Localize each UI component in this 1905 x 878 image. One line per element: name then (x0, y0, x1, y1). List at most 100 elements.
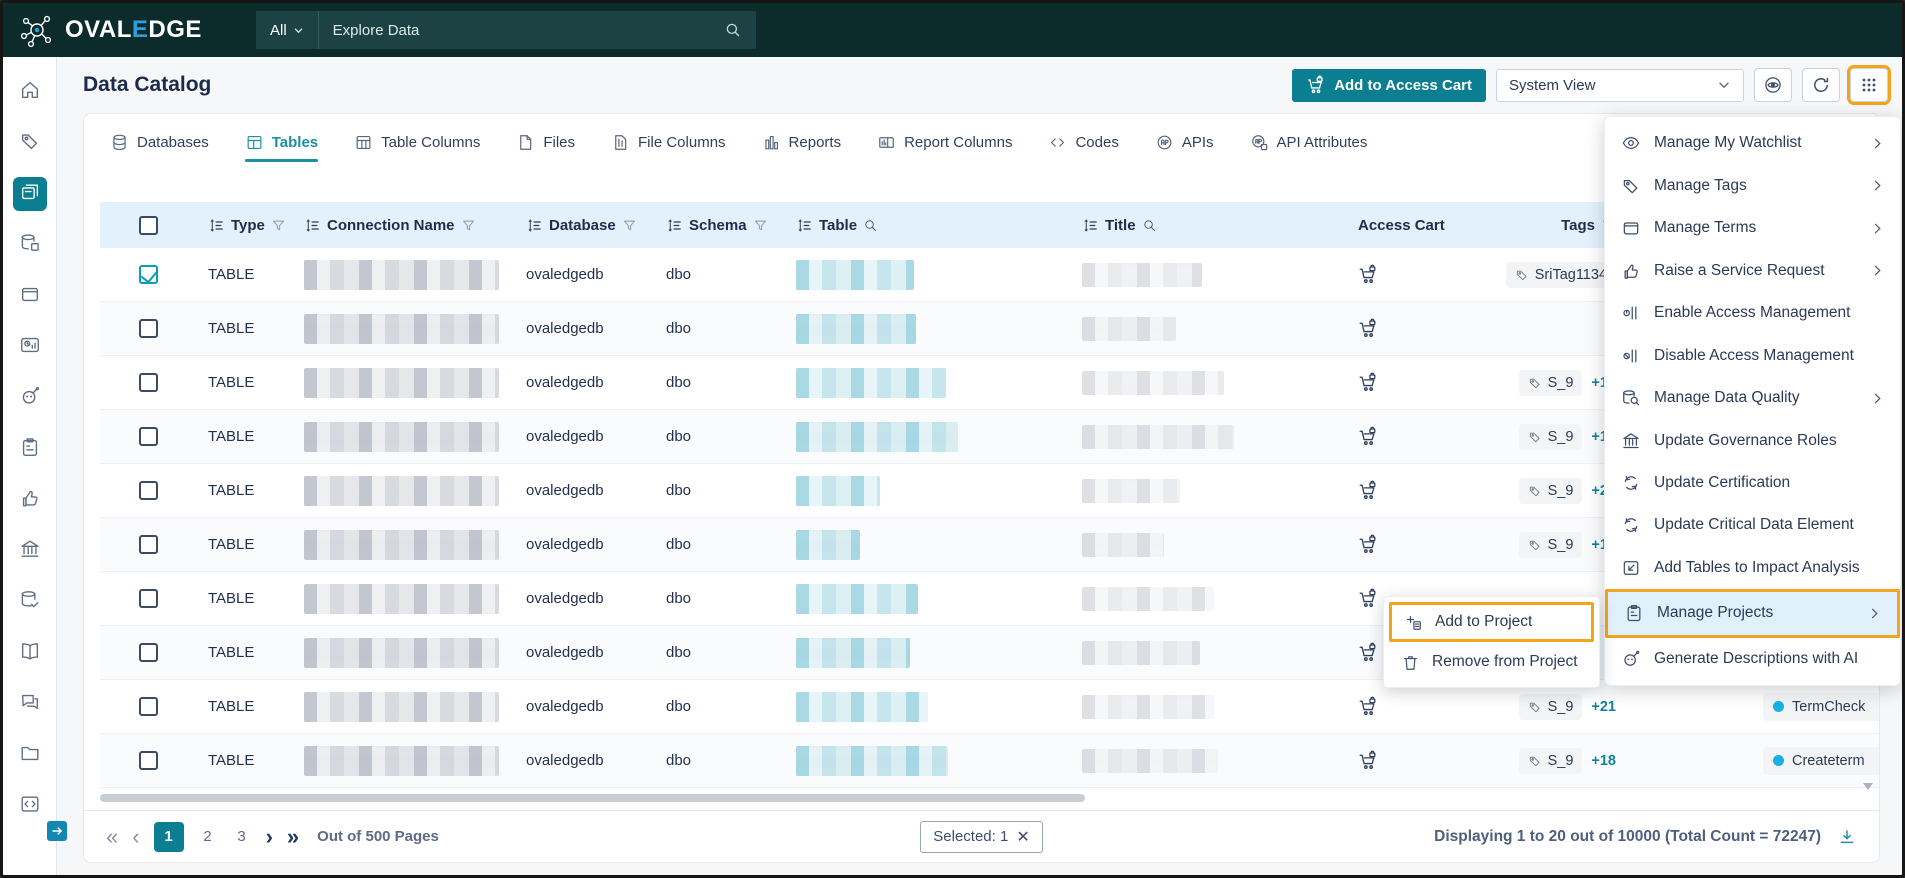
sidebar-item-governance[interactable] (13, 534, 47, 568)
view-select[interactable]: System View (1496, 68, 1744, 102)
table-name-cell[interactable] (796, 637, 1036, 668)
menu-item-enable-access-management[interactable]: Enable Access Management (1605, 292, 1900, 334)
table-name-cell[interactable] (796, 529, 1036, 560)
mag-icon[interactable] (863, 218, 878, 233)
sidebar-item-knowledge-book[interactable] (13, 636, 47, 670)
next-page-button[interactable]: › (266, 825, 273, 848)
cart-icon[interactable] (1358, 264, 1379, 285)
table-name-cell[interactable] (796, 421, 1036, 452)
row-checkbox[interactable] (139, 751, 158, 770)
row-checkbox[interactable] (139, 535, 158, 554)
tab-codes[interactable]: Codes (1048, 114, 1119, 170)
menu-item-update-critical-data-element[interactable]: Update Critical Data Element (1605, 504, 1900, 546)
table-name-cell[interactable] (796, 367, 1036, 398)
tag-chip[interactable]: S_9 (1518, 423, 1583, 450)
row-checkbox[interactable] (139, 427, 158, 446)
clear-selection-button[interactable]: ✕ (1016, 827, 1029, 847)
cart-icon[interactable] (1358, 480, 1379, 501)
tab-tables[interactable]: Tables (244, 114, 319, 170)
menu-item-raise-a-service-request[interactable]: Raise a Service Request (1605, 249, 1900, 291)
funnel-icon[interactable] (753, 218, 768, 233)
sort-icon[interactable] (208, 217, 225, 234)
row-checkbox[interactable] (139, 643, 158, 662)
sidebar-item-files[interactable] (13, 738, 47, 772)
cart-icon[interactable] (1358, 750, 1379, 771)
menu-item-manage-tags[interactable]: Manage Tags (1605, 164, 1900, 206)
sort-icon[interactable] (1082, 217, 1099, 234)
menu-item-manage-terms[interactable]: Manage Terms (1605, 207, 1900, 249)
sidebar-item-business-glossary[interactable] (13, 279, 47, 313)
cart-icon[interactable] (1358, 534, 1379, 555)
cart-icon[interactable] (1358, 426, 1379, 447)
menu-item-update-certification[interactable]: Update Certification (1605, 462, 1900, 504)
watchlist-view-button[interactable] (1754, 68, 1792, 102)
cart-icon[interactable] (1358, 696, 1379, 717)
sidebar-item-home[interactable] (13, 75, 47, 109)
sidebar-expand-button[interactable] (47, 821, 67, 841)
table-name-cell[interactable] (796, 313, 1036, 344)
prev-page-button[interactable]: ‹ (132, 825, 139, 848)
term-chip[interactable]: Createterm (1763, 746, 1879, 775)
cart-icon[interactable] (1358, 372, 1379, 393)
sidebar-item-tags[interactable] (13, 126, 47, 160)
tag-chip[interactable]: S_9 (1518, 693, 1583, 720)
sort-icon[interactable] (304, 217, 321, 234)
cart-icon[interactable] (1358, 588, 1379, 609)
sidebar-item-reports[interactable] (13, 330, 47, 364)
search-icon[interactable] (724, 21, 742, 39)
tab-databases[interactable]: Databases (110, 114, 209, 170)
sidebar-item-data-quality[interactable] (13, 585, 47, 619)
row-checkbox[interactable] (139, 319, 158, 338)
select-all-checkbox[interactable] (139, 215, 158, 235)
page-number-3[interactable]: 3 (232, 828, 252, 845)
horizontal-scrollbar[interactable] (100, 794, 1085, 802)
sidebar-item-data-stores[interactable] (13, 228, 47, 262)
sidebar-item-query-sheet[interactable] (13, 789, 47, 823)
search-scope-dropdown[interactable]: All (256, 11, 319, 49)
menu-item-add-tables-to-impact-analysis[interactable]: Add Tables to Impact Analysis (1605, 547, 1900, 589)
sidebar-item-ai-assistant[interactable] (13, 381, 47, 415)
more-tags-count[interactable]: +21 (1591, 699, 1616, 715)
row-checkbox[interactable] (139, 481, 158, 500)
page-number-2[interactable]: 2 (198, 828, 218, 845)
row-checkbox[interactable] (139, 373, 158, 392)
funnel-icon[interactable] (271, 218, 286, 233)
tag-chip[interactable]: S_9 (1518, 747, 1583, 774)
funnel-icon[interactable] (622, 218, 637, 233)
menu-item-manage-my-watchlist[interactable]: Manage My Watchlist (1605, 122, 1900, 164)
tab-api-attributes[interactable]: API Attributes (1250, 114, 1367, 170)
tag-chip[interactable]: SriTag1134 (1505, 261, 1616, 288)
table-name-cell[interactable] (796, 691, 1036, 722)
table-name-cell[interactable] (796, 583, 1036, 614)
menu-item-update-governance-roles[interactable]: Update Governance Roles (1605, 419, 1900, 461)
tab-apis[interactable]: APIs (1155, 114, 1214, 170)
funnel-icon[interactable] (461, 218, 476, 233)
cart-icon[interactable] (1358, 642, 1379, 663)
add-to-access-cart-button[interactable]: Add to Access Cart (1292, 68, 1486, 102)
sort-icon[interactable] (796, 217, 813, 234)
table-name-cell[interactable] (796, 475, 1036, 506)
row-checkbox[interactable] (139, 265, 158, 284)
cart-icon[interactable] (1358, 318, 1379, 339)
tab-report-columns[interactable]: Report Columns (877, 114, 1012, 170)
more-tags-count[interactable]: +18 (1591, 753, 1616, 769)
tab-reports[interactable]: Reports (762, 114, 841, 170)
menu-item-generate-descriptions-with-ai[interactable]: Generate Descriptions with AI (1605, 638, 1900, 680)
table-name-cell[interactable] (796, 745, 1036, 776)
vertical-scroll-arrow[interactable] (1863, 783, 1873, 790)
nine-dots-menu-button[interactable] (1847, 65, 1891, 105)
tab-files[interactable]: Files (516, 114, 575, 170)
table-name-cell[interactable] (796, 259, 1036, 290)
menu-item-manage-projects[interactable]: Manage Projects (1605, 589, 1900, 638)
last-page-button[interactable]: » (287, 825, 299, 848)
search-input[interactable]: Explore Data (319, 22, 724, 39)
row-checkbox[interactable] (139, 589, 158, 608)
download-icon[interactable] (1837, 827, 1857, 847)
menu-item-disable-access-management[interactable]: Disable Access Management (1605, 334, 1900, 376)
page-number-1[interactable]: 1 (153, 821, 184, 852)
mag-icon[interactable] (1142, 218, 1157, 233)
sort-icon[interactable] (666, 217, 683, 234)
tab-file-columns[interactable]: File Columns (611, 114, 726, 170)
refresh-button[interactable] (1802, 68, 1840, 102)
tag-chip[interactable]: S_9 (1518, 369, 1583, 396)
